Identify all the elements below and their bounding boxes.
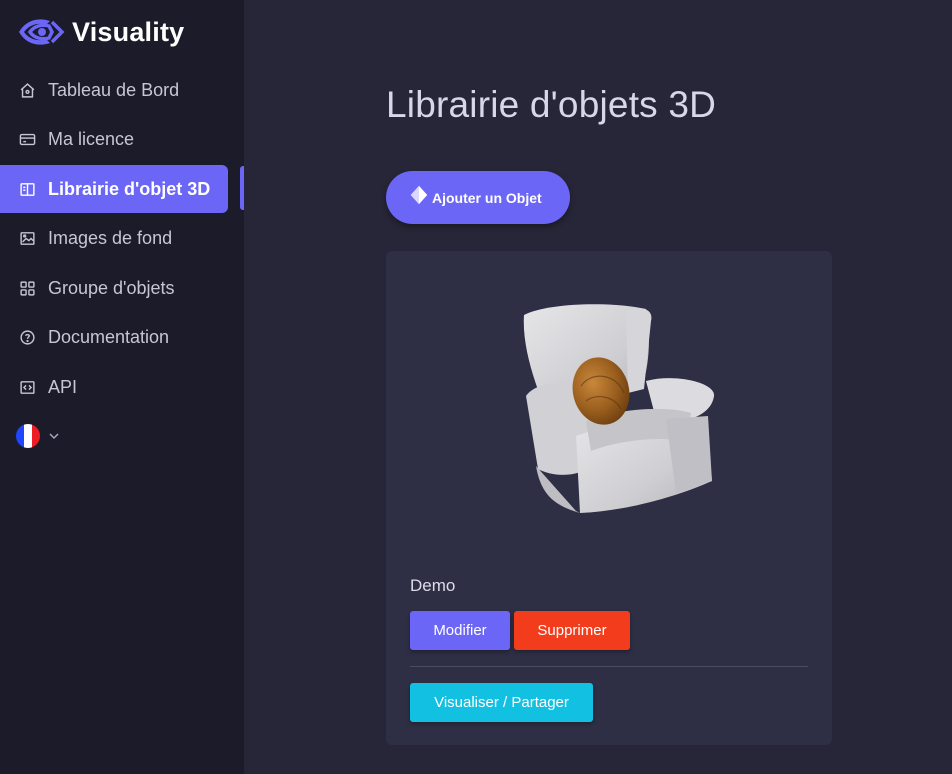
sidebar-item-label: API <box>48 376 78 397</box>
sidebar-item-dashboard[interactable]: Tableau de Bord <box>0 66 228 114</box>
sidebar-item-api[interactable]: API <box>0 363 228 411</box>
active-nav-indicator <box>240 166 244 210</box>
sidebar-item-label: Images de fond <box>48 228 173 248</box>
card-divider <box>410 666 808 667</box>
sidebar-item-license[interactable]: Ma licence <box>0 116 228 164</box>
language-selector[interactable] <box>16 424 60 448</box>
sidebar-item-label: Groupe d'objets <box>48 277 175 298</box>
code-icon <box>18 378 36 396</box>
add-object-button[interactable]: Ajouter un Objet <box>386 171 570 224</box>
book-icon <box>18 180 36 198</box>
app-name: Visuality <box>72 16 185 47</box>
sidebar-item-backgrounds[interactable]: Images de fond <box>0 215 228 263</box>
sidebar-item-3d-library[interactable]: Librairie d'objet 3D <box>0 165 228 213</box>
credit-card-icon <box>18 131 36 149</box>
shape-add-icon <box>410 185 428 204</box>
page-title: Librairie d'objets 3D <box>386 84 717 125</box>
grid-icon <box>18 279 36 297</box>
app-logo[interactable]: Visuality <box>16 12 184 52</box>
sidebar-item-label: Librairie d'objet 3D <box>48 178 211 199</box>
home-icon <box>18 81 36 99</box>
chevron-down-icon <box>49 433 59 440</box>
add-object-label: Ajouter un Objet <box>432 189 542 206</box>
sidebar-item-label: Ma licence <box>48 129 135 149</box>
sidebar-item-object-groups[interactable]: Groupe d'objets <box>0 264 228 312</box>
sidebar-item-label: Tableau de Bord <box>48 79 180 100</box>
object-name: Demo <box>410 576 456 595</box>
sidebar-item-label: Documentation <box>48 327 170 347</box>
object-card: Demo Modifier Supprimer Visualiser / Par… <box>386 251 832 745</box>
help-circle-icon <box>18 329 36 347</box>
france-flag-icon <box>16 424 40 448</box>
sidebar-item-documentation[interactable]: Documentation <box>0 314 228 362</box>
view-share-button[interactable]: Visualiser / Partager <box>410 683 593 722</box>
eye-logo-icon <box>19 19 65 45</box>
edit-object-button[interactable]: Modifier <box>410 611 510 650</box>
sidebar-nav: Tableau de Bord Ma licence Librairie d'o… <box>0 66 244 413</box>
image-icon <box>18 230 36 248</box>
delete-object-button[interactable]: Supprimer <box>514 611 630 650</box>
sidebar: Visuality Tableau de Bord Ma licence Lib… <box>0 0 244 774</box>
armchair-3d-model-image <box>523 304 715 513</box>
